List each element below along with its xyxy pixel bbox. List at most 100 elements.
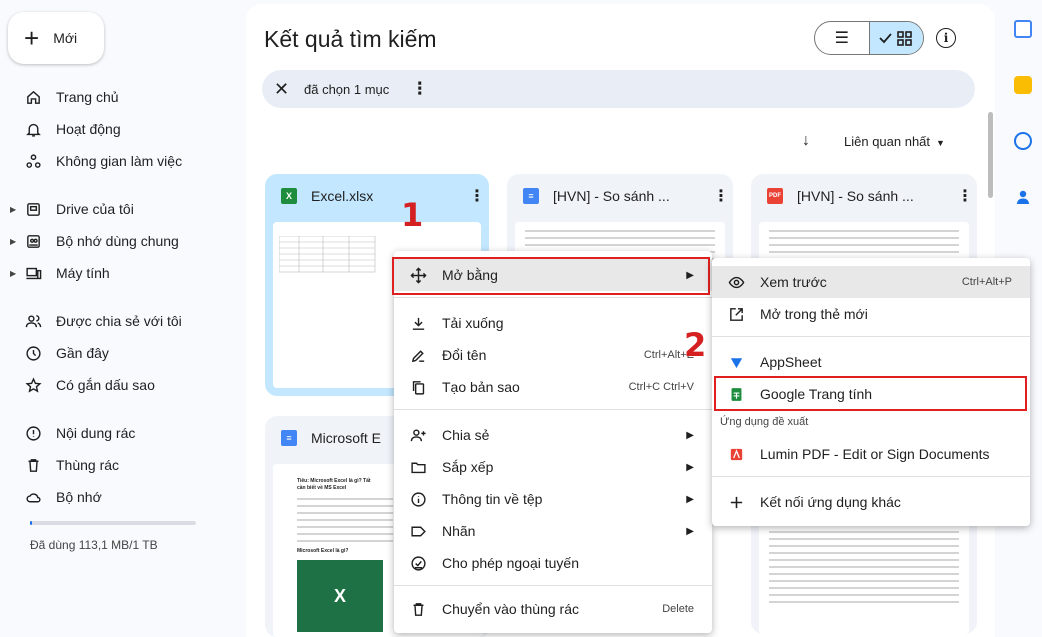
sidebar-item-workspace[interactable]: Không gian làm việc [0,146,236,176]
caret-down-icon: ▼ [936,138,945,148]
menu-item-organize[interactable]: Sắp xếp ▶ [394,451,712,483]
grid-icon [879,31,913,46]
menu-item-make-copy[interactable]: Tạo bản sao Ctrl+C Ctrl+V [394,371,712,403]
docs-file-icon: ≡ [281,430,297,446]
info-icon [408,491,428,508]
sidebar-item-label: Thùng rác [56,457,120,473]
contacts-icon[interactable] [1014,188,1032,206]
lumin-pdf-icon [726,446,746,463]
menu-item-label: Tạo bản sao [442,379,520,395]
tasks-icon[interactable] [1014,132,1032,150]
edit-icon [408,347,428,364]
scrollbar[interactable] [988,112,993,198]
sidebar-item-label: Bộ nhớ [56,489,102,505]
more-vert-icon[interactable]: ⋮ [709,186,733,206]
context-menu: Mở bằng ▶ Tải xuống Đổi tên Ctrl+Alt+E T… [392,251,712,633]
grid-view-button[interactable] [868,22,923,54]
sidebar-item-label: Có gắn dấu sao [56,377,155,393]
plus-icon [726,494,746,511]
folder-icon [408,459,428,476]
chevron-right-icon: ▶ [686,429,694,441]
menu-item-offline[interactable]: Cho phép ngoại tuyến [394,547,712,579]
thumb-heading: Tiêu: Microsoft Excel là gì? Tất cần biết… [297,478,371,491]
menu-item-label: Xem trước [760,274,827,290]
submenu-item-open-new-tab[interactable]: Mở trong thẻ mới [712,298,1030,330]
people-icon [20,313,46,330]
menu-item-rename[interactable]: Đổi tên Ctrl+Alt+E [394,339,712,371]
shared-drive-icon [20,233,46,250]
close-icon[interactable]: ✕ [274,79,294,100]
more-vert-icon[interactable]: ⋮ [465,186,489,206]
menu-item-download[interactable]: Tải xuống [394,307,712,339]
sidebar-item-computers[interactable]: ▶ Máy tính [0,258,236,288]
view-toggle: ☰ [814,21,924,55]
storage-usage-text: Đã dùng 113,1 MB/1 TB [30,538,158,552]
sidebar-item-label: Hoạt động [56,121,121,137]
menu-item-file-info[interactable]: Thông tin về tệp ▶ [394,483,712,515]
bell-icon [20,121,46,138]
menu-item-label: Kết nối ứng dụng khác [760,494,901,510]
drive-icon [20,201,46,218]
submenu-item-lumin-pdf[interactable]: Lumin PDF - Edit or Sign Documents [712,438,1030,470]
caret-right-icon[interactable]: ▶ [0,269,16,278]
menu-item-label: Sắp xếp [442,459,494,475]
sidebar-item-starred[interactable]: Có gắn dấu sao [0,370,236,400]
star-icon [20,376,46,394]
sidebar-item-label: Được chia sẻ với tôi [56,313,182,329]
offline-icon [408,555,428,572]
menu-item-share[interactable]: Chia sẻ ▶ [394,419,712,451]
eye-icon [726,274,746,291]
sidebar-item-home[interactable]: Trang chủ [0,82,236,112]
caret-right-icon[interactable]: ▶ [0,237,16,246]
list-view-button[interactable]: ☰ [815,22,869,54]
menu-item-label: Cho phép ngoại tuyến [442,555,579,571]
sidebar-item-shared-with-me[interactable]: Được chia sẻ với tôi [0,306,236,336]
menu-item-label: Mở trong thẻ mới [760,306,868,322]
info-icon[interactable]: i [936,28,956,48]
page-title: Kết quả tìm kiếm [264,26,437,52]
submenu-item-appsheet[interactable]: AppSheet [712,346,1030,378]
sidebar-item-my-drive[interactable]: ▶ Drive của tôi [0,194,236,224]
sidebar-item-activity[interactable]: Hoạt động [0,114,236,144]
arrow-down-icon[interactable]: ↓ [802,132,810,150]
submenu-item-connect-more-apps[interactable]: Kết nối ứng dụng khác [712,486,1030,518]
new-button[interactable]: + Mới [8,12,104,64]
chevron-right-icon: ▶ [686,525,694,537]
list-icon: ☰ [834,30,849,47]
appsheet-icon [726,354,746,371]
sidebar-item-trash[interactable]: Thùng rác [0,450,236,480]
sidebar-item-label: Gần đây [56,345,109,361]
sidebar-item-shared-drives[interactable]: ▶ Bộ nhớ dùng chung [0,226,236,256]
sidebar: + Mới Trang chủ Hoạt động Không gian làm… [0,0,244,637]
open-new-tab-icon [726,306,746,323]
pdf-file-icon: PDF [767,188,783,204]
label-icon [408,523,428,540]
sidebar-item-storage[interactable]: Bộ nhớ [0,482,236,512]
more-vert-icon[interactable]: ⋮ [411,79,428,99]
storage-progress-fill [30,521,32,525]
step-1-marker: 1 [401,196,424,234]
highlight-box-google-sheets [714,376,1027,411]
sidebar-item-label: Máy tính [56,265,110,281]
file-name: [HVN] - So sánh ... [797,188,914,204]
sidebar-item-label: Nội dung rác [56,425,136,441]
docs-file-icon: ≡ [523,188,539,204]
menu-item-label: Tải xuống [442,315,504,331]
plus-icon: + [24,23,40,53]
submenu-item-preview[interactable]: Xem trước Ctrl+Alt+P [712,266,1030,298]
thumb-subheading: Microsoft Excel là gì? [297,548,349,554]
sidebar-item-label: Trang chủ [56,89,119,105]
open-with-submenu: Xem trước Ctrl+Alt+P Mở trong thẻ mới Ap… [712,258,1030,526]
menu-item-label: Chuyển vào thùng rác [442,601,579,617]
computer-icon [20,265,46,282]
menu-item-move-to-trash[interactable]: Chuyển vào thùng rác Delete [394,593,712,625]
caret-right-icon[interactable]: ▶ [0,205,16,214]
calendar-icon[interactable] [1014,20,1032,38]
more-vert-icon[interactable]: ⋮ [953,186,977,206]
sort-dropdown[interactable]: Liên quan nhất ▼ [844,134,945,149]
menu-item-labels[interactable]: Nhãn ▶ [394,515,712,547]
file-name: [HVN] - So sánh ... [553,188,670,204]
keep-icon[interactable] [1014,76,1032,94]
sidebar-item-recent[interactable]: Gần đây [0,338,236,368]
sidebar-item-spam[interactable]: Nội dung rác [0,418,236,448]
